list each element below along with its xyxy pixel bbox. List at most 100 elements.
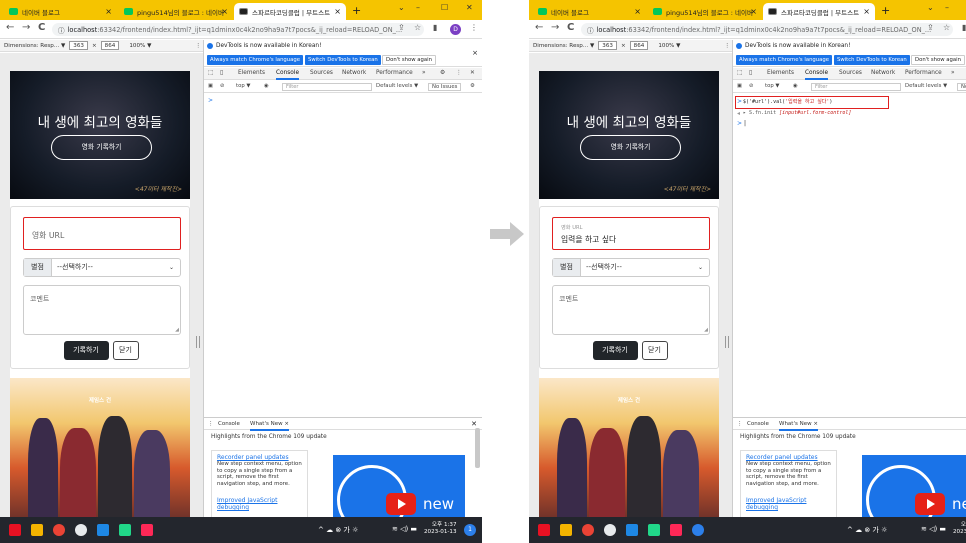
- dont-show-again-button[interactable]: Don't show again: [382, 55, 436, 65]
- bookmark-star-icon[interactable]: ☆: [414, 23, 421, 32]
- profile-avatar[interactable]: D: [450, 24, 461, 35]
- more-panels-icon[interactable]: »: [422, 70, 426, 76]
- window-close-button[interactable]: ✕: [466, 3, 473, 12]
- chrome-icon[interactable]: [582, 524, 594, 536]
- file-explorer-icon[interactable]: [31, 524, 43, 536]
- log-levels-dropdown[interactable]: Default levels ▼: [376, 83, 418, 89]
- webstorm-icon[interactable]: [670, 524, 682, 536]
- new-tab-button[interactable]: +: [352, 4, 361, 17]
- chrome-icon[interactable]: [53, 524, 65, 536]
- chrome-dev-icon[interactable]: [604, 524, 616, 536]
- movie-url-input[interactable]: 영화 URL 입력을 하고 싶다: [552, 217, 710, 250]
- side-panel-icon[interactable]: ▮: [962, 23, 966, 32]
- save-button[interactable]: 기록하기: [63, 341, 109, 360]
- dont-show-again-button[interactable]: Don't show again: [911, 55, 965, 65]
- network-volume-icons[interactable]: ≋ ◁) ▬: [921, 525, 946, 533]
- inspect-element-icon[interactable]: ⬚: [737, 70, 742, 76]
- viewport-resize-handle[interactable]: [196, 336, 200, 348]
- switch-korean-button[interactable]: Switch DevTools to Korean: [834, 55, 910, 65]
- whats-new-item-title[interactable]: Improved JavaScript: [217, 497, 307, 504]
- log-levels-dropdown[interactable]: Default levels ▼: [905, 83, 947, 89]
- dimensions-dropdown[interactable]: Dimensions: Resp... ▼: [4, 43, 65, 49]
- tab-network[interactable]: Network: [871, 70, 895, 76]
- console-filter-input[interactable]: Filter: [282, 83, 372, 91]
- youtube-play-icon[interactable]: [386, 493, 416, 515]
- record-movie-button[interactable]: 영화 기록하기: [580, 135, 681, 160]
- close-button[interactable]: 닫기: [112, 341, 139, 360]
- star-select-group[interactable]: 별점 --선택하기-- ⌄: [23, 258, 181, 277]
- tab-console[interactable]: Console: [805, 70, 829, 80]
- console-settings-icon[interactable]: ⚙: [470, 83, 475, 89]
- url-bar[interactable]: ⓘ localhost:63342/frontend/index.html?_i…: [52, 23, 424, 36]
- viewport-height-input[interactable]: 864: [629, 41, 649, 50]
- whats-new-item[interactable]: Recorder panel updates New step context …: [217, 454, 307, 487]
- start-app-icon[interactable]: [9, 524, 21, 536]
- viewport-height-input[interactable]: 864: [100, 41, 120, 50]
- whats-new-item[interactable]: Recorder panel updates New step context …: [746, 454, 836, 487]
- url-bar[interactable]: ⓘ localhost:63342/frontend/index.html?_i…: [581, 23, 953, 36]
- console-filter-input[interactable]: Filter: [811, 83, 901, 91]
- console-command[interactable]: $('#url').val('입력을 하고 싶다'): [743, 98, 832, 105]
- console-prompt[interactable]: >: [208, 97, 213, 104]
- chrome-dev-icon[interactable]: [75, 524, 87, 536]
- bookmark-star-icon[interactable]: ☆: [943, 23, 950, 32]
- console-output[interactable]: >: [204, 94, 482, 414]
- tab-close-icon[interactable]: ×: [634, 7, 641, 16]
- star-select[interactable]: --선택하기-- ⌄: [581, 259, 709, 276]
- tab-close-icon[interactable]: ×: [813, 421, 818, 427]
- dimensions-dropdown[interactable]: Dimensions: Resp... ▼: [533, 43, 594, 49]
- devtools-menu-icon[interactable]: ⋮: [456, 70, 462, 76]
- zoom-dropdown[interactable]: 100% ▼: [129, 43, 151, 49]
- device-toggle-icon[interactable]: ▯: [749, 70, 752, 76]
- save-button[interactable]: 기록하기: [592, 341, 638, 360]
- drawer-close-icon[interactable]: ✕: [471, 420, 477, 428]
- tab-elements[interactable]: Elements: [767, 70, 794, 76]
- sidebar-toggle-icon[interactable]: ▣: [737, 83, 742, 89]
- browser-tab-naver-blog[interactable]: 네이버 블로그 ×: [4, 3, 117, 20]
- switch-korean-button[interactable]: Switch DevTools to Korean: [305, 55, 381, 65]
- browser-tab-pingu-blog[interactable]: pingu514님의 블로그 : 네이버 ×: [119, 3, 233, 20]
- start-app-icon[interactable]: [538, 524, 550, 536]
- pycharm-icon[interactable]: [119, 524, 131, 536]
- device-toolbar-menu-icon[interactable]: ⋮: [724, 43, 730, 49]
- notes-icon[interactable]: [626, 524, 638, 536]
- maximize-button[interactable]: ☐: [441, 3, 448, 12]
- whats-new-video[interactable]: new: [333, 455, 465, 525]
- back-arrow-icon[interactable]: ←: [6, 22, 14, 33]
- star-select[interactable]: --선택하기-- ⌄: [52, 259, 180, 276]
- pycharm-icon[interactable]: [648, 524, 660, 536]
- resize-grip-icon[interactable]: ◢: [175, 327, 179, 333]
- taskbar-clock[interactable]: 오후 1:372023-01-13: [953, 522, 966, 536]
- tab-close-icon[interactable]: ×: [221, 7, 228, 16]
- tab-performance[interactable]: Performance: [376, 70, 413, 76]
- share-icon[interactable]: ⇪: [398, 23, 405, 32]
- device-toolbar-menu-icon[interactable]: ⋮: [195, 43, 201, 49]
- viewport-width-input[interactable]: 363: [69, 41, 88, 50]
- whats-new-video[interactable]: new: [862, 455, 966, 525]
- minimize-button[interactable]: –: [945, 3, 949, 12]
- whats-new-item[interactable]: Improved JavaScript debugging: [217, 497, 307, 511]
- devtools-close-icon[interactable]: ✕: [470, 70, 475, 76]
- webstorm-icon[interactable]: [141, 524, 153, 536]
- drawer-tab-console[interactable]: Console: [747, 421, 769, 427]
- system-tray-icons[interactable]: ^ ☁ ⊗ 가 ☼: [318, 525, 358, 535]
- record-movie-button[interactable]: 영화 기록하기: [51, 135, 152, 160]
- tab-close-icon[interactable]: ×: [334, 7, 341, 16]
- drawer-scrollbar[interactable]: [475, 428, 480, 468]
- tab-network[interactable]: Network: [342, 70, 366, 76]
- tab-sources[interactable]: Sources: [839, 70, 862, 76]
- star-select-group[interactable]: 별점 --선택하기-- ⌄: [552, 258, 710, 277]
- browser-tab-pingu-blog[interactable]: pingu514님의 블로그 : 네이버 ×: [648, 3, 762, 20]
- drawer-tab-console[interactable]: Console: [218, 421, 240, 427]
- issues-button[interactable]: No Issues: [957, 83, 966, 91]
- site-info-icon[interactable]: ⓘ: [587, 25, 594, 35]
- forward-arrow-icon[interactable]: →: [22, 22, 30, 33]
- clear-console-icon[interactable]: ⊘: [749, 83, 753, 89]
- whats-new-item[interactable]: Improved JavaScript debugging: [746, 497, 836, 511]
- forward-arrow-icon[interactable]: →: [551, 22, 559, 33]
- match-language-button[interactable]: Always match Chrome's language: [207, 55, 304, 65]
- tab-search-icon[interactable]: ⌄: [398, 3, 405, 12]
- browser-tab-naver-blog[interactable]: 네이버 블로그 ×: [533, 3, 646, 20]
- resize-grip-icon[interactable]: ◢: [704, 327, 708, 333]
- tab-close-icon[interactable]: ×: [750, 7, 757, 16]
